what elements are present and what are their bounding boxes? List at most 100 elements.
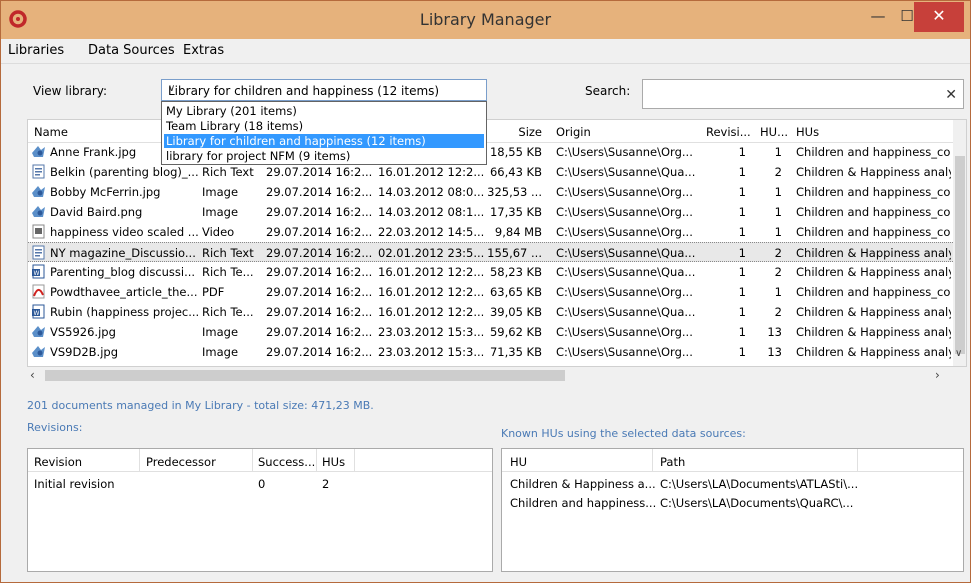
row-modified-cell: 16.01.2012 12:2... bbox=[378, 165, 484, 179]
column-revisions[interactable]: Revisi... bbox=[706, 125, 751, 139]
row-origin-cell: C:\Users\Susanne\Org... bbox=[556, 325, 693, 339]
image-icon bbox=[31, 144, 46, 159]
table-row[interactable]: Bobby McFerrin.jpg Image 29.07.2014 16:2..… bbox=[28, 182, 953, 202]
known-hus-col-hu[interactable]: HU bbox=[510, 455, 527, 469]
library-option-selected[interactable]: Library for children and happiness (12 i… bbox=[164, 134, 484, 148]
hus-cell[interactable]: 2 bbox=[322, 477, 329, 491]
column-origin[interactable]: Origin bbox=[556, 125, 591, 139]
table-row[interactable]: VS5926.jpg Image 29.07.2014 16:2... 23.03.2… bbox=[28, 322, 953, 342]
chevron-down-icon[interactable]: ∨ bbox=[168, 83, 480, 94]
row-type-cell: Image bbox=[202, 185, 239, 199]
image-icon bbox=[31, 204, 46, 219]
column-size[interactable]: Size bbox=[490, 125, 542, 139]
row-modified-cell: 23.03.2012 15:3... bbox=[378, 345, 484, 359]
table-row[interactable]: happiness video scaled ... Video 29.07.201… bbox=[28, 222, 953, 242]
table-row[interactable]: W Rubin (happiness projec... Rich Te... 29.… bbox=[28, 302, 953, 322]
row-hus-cell: Children & Happiness analys bbox=[796, 305, 951, 319]
column-hus[interactable]: HUs bbox=[796, 125, 819, 139]
row-imported-cell: 29.07.2014 16:2... bbox=[266, 185, 373, 199]
chevron-left-icon[interactable]: ‹ bbox=[30, 368, 35, 382]
row-size-cell: 325,53 ... bbox=[487, 185, 542, 199]
row-hucount-cell: 13 bbox=[767, 325, 782, 339]
table-row[interactable]: Belkin (parenting blog)_... Rich Text 29.0… bbox=[28, 162, 953, 182]
column-name[interactable]: Name bbox=[34, 125, 68, 139]
pdf-icon bbox=[31, 284, 46, 299]
path-cell[interactable]: C:\Users\LA\Documents\QuaRC\... bbox=[660, 496, 853, 510]
row-hucount-cell: 1 bbox=[774, 205, 782, 219]
row-hus-cell: Children and happiness_code bbox=[796, 185, 951, 199]
status-text: 201 documents managed in My Library - to… bbox=[27, 399, 374, 412]
library-option[interactable]: Team Library (18 items) bbox=[164, 119, 305, 133]
column-hu-count[interactable]: HU... bbox=[760, 125, 788, 139]
view-library-select[interactable]: Library for children and happiness (12 i… bbox=[161, 79, 487, 101]
chevron-right-icon[interactable]: › bbox=[935, 368, 940, 382]
close-button[interactable]: ✕ bbox=[914, 2, 964, 32]
row-modified-cell: 23.03.2012 15:3... bbox=[378, 325, 484, 339]
library-option[interactable]: library for project NFM (9 items) bbox=[164, 149, 352, 163]
menu-data-sources[interactable]: Data Sources bbox=[88, 43, 175, 58]
row-origin-cell: C:\Users\Susanne\Org... bbox=[556, 345, 693, 359]
row-size-cell: 39,05 KB bbox=[489, 305, 542, 319]
menu-bar: Libraries Data Sources Extras bbox=[1, 39, 970, 64]
path-cell[interactable]: C:\Users\LA\Documents\ATLASti\... bbox=[660, 477, 858, 491]
row-hucount-cell: 2 bbox=[774, 165, 782, 179]
row-name-cell: Belkin (parenting blog)_... bbox=[50, 165, 198, 179]
row-type-cell: Image bbox=[202, 205, 239, 219]
vertical-scroll-thumb[interactable] bbox=[955, 156, 965, 354]
vertical-scrollbar[interactable]: ∨ bbox=[953, 120, 966, 366]
hu-cell[interactable]: Children and happiness... bbox=[510, 496, 656, 510]
richtext-icon bbox=[31, 245, 46, 260]
row-type-cell: Rich Text bbox=[202, 165, 254, 179]
minimize-button[interactable]: — bbox=[863, 2, 893, 32]
row-hus-cell: Children and happiness_code bbox=[796, 205, 951, 219]
row-modified-cell: 16.01.2012 12:2... bbox=[378, 305, 484, 319]
menu-extras[interactable]: Extras bbox=[183, 43, 224, 58]
row-origin-cell: C:\Users\Susanne\Org... bbox=[556, 205, 693, 219]
horizontal-scrollbar[interactable]: ‹ › bbox=[27, 367, 967, 384]
row-hucount-cell: 1 bbox=[774, 225, 782, 239]
row-origin-cell: C:\Users\Susanne\Qua... bbox=[556, 265, 696, 279]
row-imported-cell: 29.07.2014 16:2... bbox=[266, 225, 373, 239]
row-type-cell: PDF bbox=[202, 285, 225, 299]
library-option[interactable]: My Library (201 items) bbox=[164, 104, 299, 118]
revisions-col-revision[interactable]: Revision bbox=[34, 455, 82, 469]
revisions-table: Revision Predecessor Success... HUs Init… bbox=[27, 448, 493, 572]
hu-cell[interactable]: Children & Happiness a... bbox=[510, 477, 656, 491]
revision-cell[interactable]: Initial revision bbox=[34, 477, 115, 491]
row-modified-cell: 02.01.2012 23:5... bbox=[378, 246, 484, 260]
revisions-col-successor[interactable]: Success... bbox=[258, 455, 315, 469]
horizontal-scroll-thumb[interactable] bbox=[45, 370, 565, 381]
revisions-col-hus[interactable]: HUs bbox=[322, 455, 345, 469]
row-modified-cell: 22.03.2012 14:5... bbox=[378, 225, 484, 239]
known-hus-col-path[interactable]: Path bbox=[660, 455, 685, 469]
title-bar[interactable]: Library Manager — ☐ ✕ bbox=[1, 1, 970, 39]
chevron-down-icon[interactable]: ∨ bbox=[955, 348, 962, 359]
row-imported-cell: 29.07.2014 16:2... bbox=[266, 165, 373, 179]
word-icon: W bbox=[31, 264, 46, 279]
row-rev-cell: 1 bbox=[738, 285, 746, 299]
row-size-cell: 9,84 MB bbox=[494, 225, 542, 239]
search-input[interactable]: ✕ bbox=[642, 79, 964, 109]
row-size-cell: 71,35 KB bbox=[489, 345, 542, 359]
revisions-label: Revisions: bbox=[27, 421, 83, 434]
row-origin-cell: C:\Users\Susanne\Qua... bbox=[556, 305, 696, 319]
row-modified-cell: 14.03.2012 08:1... bbox=[378, 205, 484, 219]
revisions-col-predecessor[interactable]: Predecessor bbox=[146, 455, 216, 469]
row-origin-cell: C:\Users\Susanne\Org... bbox=[556, 185, 693, 199]
clear-search-icon[interactable]: ✕ bbox=[945, 87, 957, 103]
row-size-cell: 17,35 KB bbox=[489, 205, 542, 219]
table-row[interactable]: David Baird.png Image 29.07.2014 16:2... 14… bbox=[28, 202, 953, 222]
row-rev-cell: 1 bbox=[738, 165, 746, 179]
image-icon bbox=[31, 184, 46, 199]
menu-libraries[interactable]: Libraries bbox=[8, 43, 64, 58]
row-size-cell: 66,43 KB bbox=[489, 165, 542, 179]
table-row[interactable]: NY magazine_Discussio... Rich Text 29.07.2… bbox=[28, 242, 953, 262]
successor-cell[interactable]: 0 bbox=[258, 477, 265, 491]
table-row[interactable]: Powdthavee_article_the... PDF 29.07.2014 1… bbox=[28, 282, 953, 302]
table-row[interactable]: VS9D2B.jpg Image 29.07.2014 16:2... 23.03.2… bbox=[28, 342, 953, 362]
table-row[interactable]: W Parenting_blog discussi... Rich Te... 29.… bbox=[28, 262, 953, 282]
row-size-cell: 59,62 KB bbox=[489, 325, 542, 339]
row-rev-cell: 1 bbox=[738, 225, 746, 239]
row-name-cell: Powdthavee_article_the... bbox=[50, 285, 198, 299]
library-manager-window: Library Manager — ☐ ✕ Libraries Data Sou… bbox=[0, 0, 971, 583]
